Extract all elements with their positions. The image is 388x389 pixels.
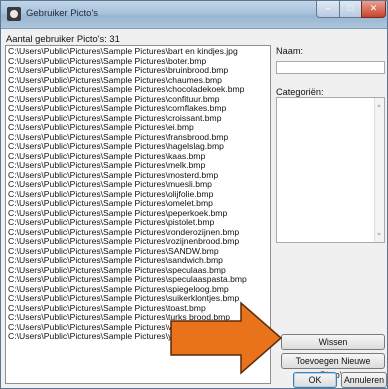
naam-field[interactable] <box>276 61 385 74</box>
maximize-button[interactable]: □ <box>339 1 362 18</box>
minimize-icon: – <box>325 3 331 13</box>
scroll-down-icon[interactable] <box>377 233 381 236</box>
categorien-list[interactable] <box>276 97 385 243</box>
close-icon: ✕ <box>369 3 378 13</box>
title-bar[interactable]: Gebruiker Picto's – □ ✕ <box>1 1 387 29</box>
maximize-icon: □ <box>347 3 354 13</box>
toevoegen-button[interactable]: Toevoegen Nieuwe Picto's <box>281 353 385 380</box>
close-button[interactable]: ✕ <box>361 1 386 18</box>
app-icon <box>7 7 21 21</box>
window-title: Gebruiker Picto's <box>26 8 99 19</box>
annuleren-button[interactable]: Annuleren <box>341 372 387 388</box>
minimize-button[interactable]: – <box>316 1 340 18</box>
scroll-up-icon[interactable] <box>377 104 381 107</box>
ok-button[interactable]: OK <box>293 372 337 388</box>
picto-count-label: Aantal gebruiker Picto's: 31 <box>6 33 120 44</box>
orange-arrow-annotation <box>170 301 283 375</box>
wissen-button[interactable]: Wissen <box>281 334 385 350</box>
categorien-label: Categoriën: <box>276 87 324 97</box>
naam-label: Naam: <box>276 46 304 56</box>
categorien-scrollbar[interactable] <box>374 98 384 242</box>
dialog-window: Gebruiker Picto's – □ ✕ Aantal gebruiker… <box>0 0 388 389</box>
